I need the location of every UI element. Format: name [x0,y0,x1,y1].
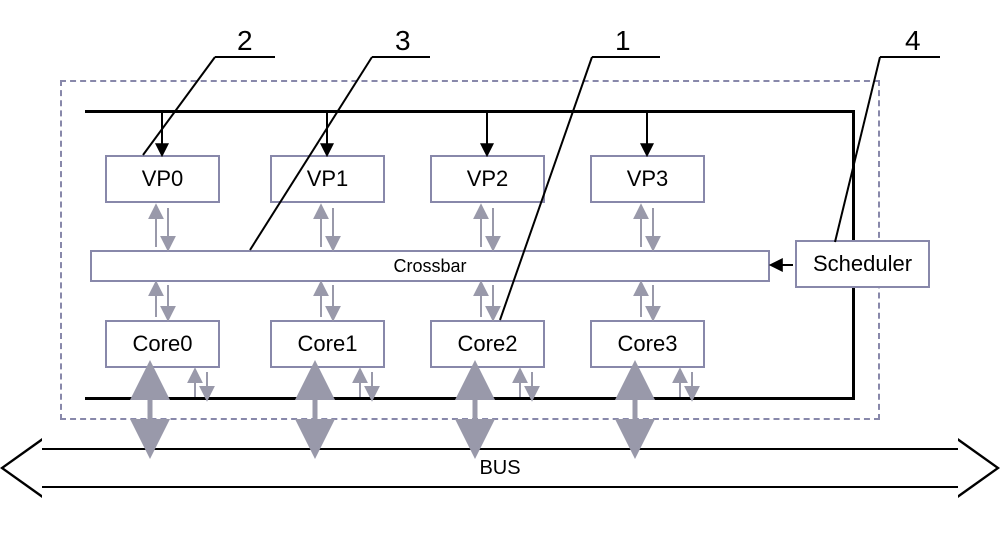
core0-box: Core0 [105,320,220,368]
callout-label-4: 4 [905,25,921,57]
bus-arrow-right-fill [958,441,996,495]
scheduler-box: Scheduler [795,240,930,288]
callout-label-3: 3 [395,25,411,57]
core3-box: Core3 [590,320,705,368]
top-rail [85,110,855,113]
core2-box: Core2 [430,320,545,368]
architecture-diagram: VP0 VP1 VP2 VP3 Crossbar Scheduler Core0… [0,0,1000,545]
vp1-box: VP1 [270,155,385,203]
vp3-box: VP3 [590,155,705,203]
core1-box: Core1 [270,320,385,368]
bus-bar: BUS [40,448,960,488]
vp0-box: VP0 [105,155,220,203]
callout-label-2: 2 [237,25,253,57]
bus-arrow-left-fill [4,441,42,495]
callout-label-1: 1 [615,25,631,57]
crossbar-box: Crossbar [90,250,770,282]
vp2-box: VP2 [430,155,545,203]
bottom-rail [85,397,855,400]
